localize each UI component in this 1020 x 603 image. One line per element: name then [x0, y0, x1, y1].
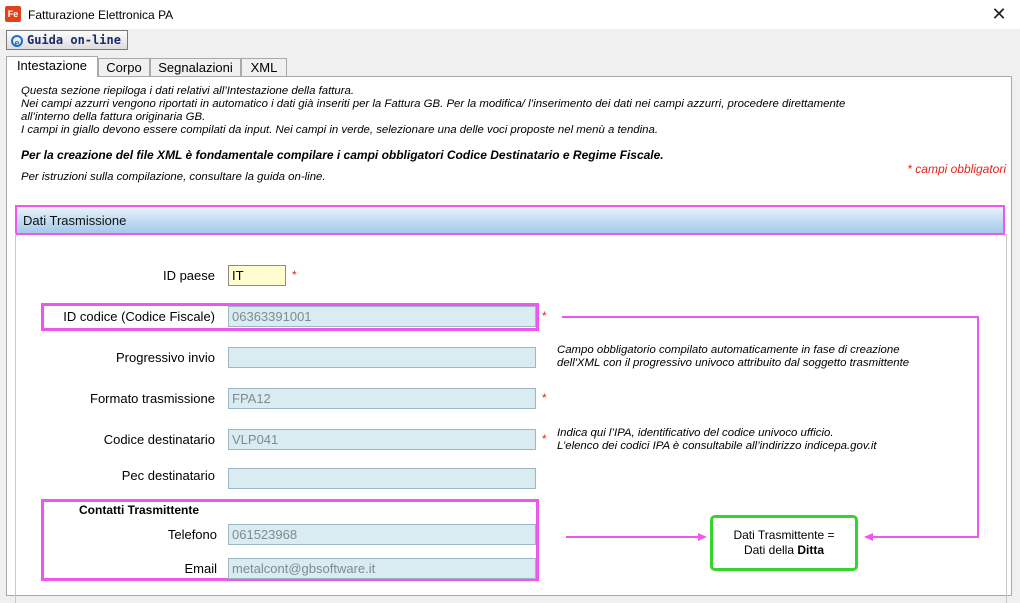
- annotation-arrows: [562, 316, 979, 541]
- tab-intestazione[interactable]: Intestazione: [6, 56, 98, 77]
- arrow-id-codice-to-callout: [562, 316, 979, 538]
- arrow-head-contatti: [698, 533, 707, 541]
- arrow-head-id-codice: [864, 533, 873, 541]
